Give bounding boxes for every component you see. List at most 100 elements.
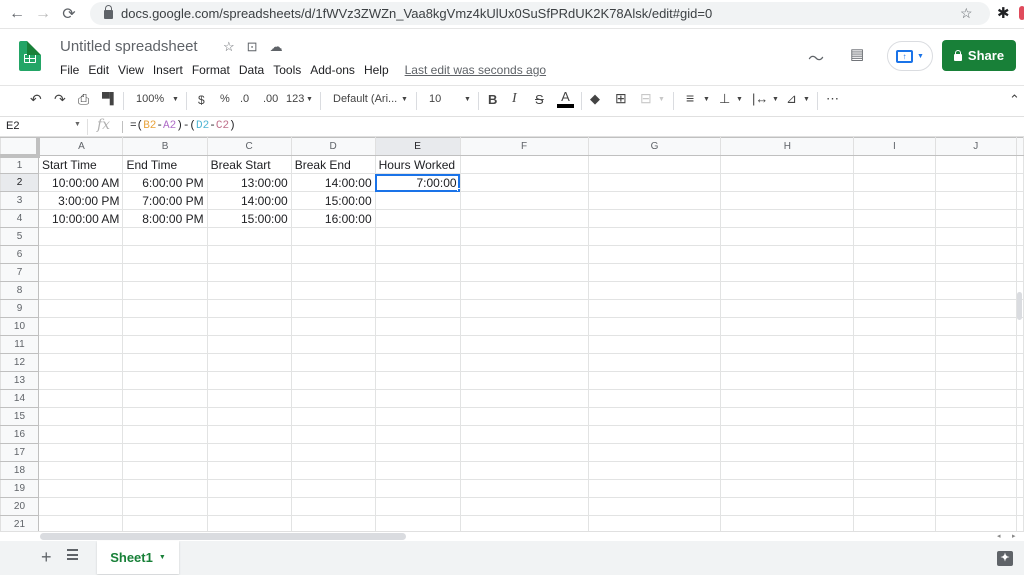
cell[interactable] [934, 227, 1018, 246]
cell[interactable] [459, 245, 589, 264]
cell[interactable] [853, 371, 936, 390]
cell[interactable] [122, 371, 208, 390]
cell[interactable] [1016, 227, 1024, 246]
scroll-right-icon[interactable]: ▸ [1012, 532, 1016, 540]
cell[interactable] [587, 281, 722, 300]
cell[interactable] [374, 227, 461, 246]
cell[interactable] [290, 425, 376, 444]
cell[interactable] [720, 245, 855, 264]
cell[interactable] [853, 461, 936, 480]
cell[interactable] [206, 407, 292, 426]
more-formats-button[interactable]: 123 [286, 93, 304, 105]
cell[interactable] [1016, 263, 1024, 282]
chevron-down-icon[interactable]: ▼ [803, 96, 810, 103]
cell[interactable] [290, 407, 376, 426]
row-header[interactable]: 16 [0, 425, 39, 444]
chevron-down-icon[interactable]: ▼ [703, 96, 710, 103]
cell[interactable] [374, 515, 461, 531]
undo-icon[interactable]: ↶ [30, 91, 42, 108]
row-header[interactable]: 3 [0, 191, 39, 210]
percent-format-button[interactable]: % [220, 93, 230, 105]
menu-edit[interactable]: Edit [88, 63, 109, 77]
cell[interactable] [853, 227, 936, 246]
chevron-down-icon[interactable]: ▼ [306, 96, 313, 103]
cell[interactable] [290, 389, 376, 408]
row-header[interactable]: 2 [0, 173, 39, 192]
cell[interactable] [934, 497, 1018, 516]
cell[interactable] [720, 209, 855, 228]
menu-view[interactable]: View [118, 63, 144, 77]
cell[interactable] [459, 353, 589, 372]
cell[interactable] [374, 443, 461, 462]
active-cell[interactable]: 7:00:00 [374, 173, 461, 192]
italic-button[interactable]: I [512, 91, 517, 107]
cell[interactable] [37, 281, 124, 300]
cell[interactable] [720, 263, 855, 282]
cell[interactable] [290, 317, 376, 336]
currency-format-button[interactable]: $ [198, 93, 205, 107]
cell[interactable] [290, 281, 376, 300]
collapse-menus-icon[interactable]: ⌃ [1009, 92, 1020, 108]
cell[interactable] [853, 479, 936, 498]
name-box[interactable]: E2 [6, 120, 19, 132]
cell[interactable] [374, 497, 461, 516]
cell[interactable] [587, 227, 722, 246]
cell[interactable] [934, 353, 1018, 372]
cell[interactable] [720, 461, 855, 480]
cell[interactable] [459, 209, 589, 228]
comments-icon[interactable]: ▤ [850, 45, 864, 63]
cell[interactable] [934, 389, 1018, 408]
cell[interactable] [934, 299, 1018, 318]
cell[interactable] [853, 407, 936, 426]
star-icon[interactable]: ☆ [223, 39, 235, 55]
cell[interactable] [459, 515, 589, 531]
cell[interactable] [1016, 407, 1024, 426]
cell[interactable] [934, 335, 1018, 354]
cell[interactable]: 15:00:00 [206, 209, 292, 228]
cell[interactable] [934, 407, 1018, 426]
cell[interactable] [206, 497, 292, 516]
cell[interactable] [720, 299, 855, 318]
chevron-down-icon[interactable]: ▼ [74, 121, 81, 128]
cell[interactable] [206, 299, 292, 318]
cell[interactable] [587, 173, 722, 192]
cell[interactable] [934, 263, 1018, 282]
cell[interactable] [459, 263, 589, 282]
cell[interactable] [1016, 353, 1024, 372]
cell[interactable] [37, 515, 124, 531]
paint-format-icon[interactable]: ▀▌ [102, 93, 118, 105]
cell[interactable] [290, 335, 376, 354]
cell[interactable] [1016, 515, 1024, 531]
row-header[interactable]: 18 [0, 461, 39, 480]
cell[interactable]: 14:00:00 [290, 173, 376, 192]
column-header-c[interactable]: C [206, 137, 292, 156]
cell[interactable] [459, 191, 589, 210]
cell[interactable] [587, 389, 722, 408]
formula-input[interactable]: =(B2-A2)-(D2-C2) [130, 120, 236, 132]
cell[interactable] [934, 425, 1018, 444]
cell[interactable] [587, 371, 722, 390]
cell[interactable] [37, 425, 124, 444]
cell[interactable] [206, 461, 292, 480]
back-icon[interactable]: ← [4, 5, 30, 23]
row-header[interactable]: 13 [0, 371, 39, 390]
cell[interactable] [374, 191, 461, 210]
cell[interactable] [290, 461, 376, 480]
column-header[interactable] [1016, 137, 1024, 156]
cell[interactable] [206, 335, 292, 354]
row-header[interactable]: 20 [0, 497, 39, 516]
cell[interactable] [720, 335, 855, 354]
cell[interactable] [934, 209, 1018, 228]
font-select[interactable]: Default (Ari... [333, 93, 397, 105]
cell[interactable] [934, 371, 1018, 390]
cell[interactable] [587, 407, 722, 426]
cell[interactable] [459, 227, 589, 246]
cell[interactable]: 3:00:00 PM [37, 191, 124, 210]
row-header[interactable]: 21 [0, 515, 39, 531]
fill-handle[interactable] [456, 188, 460, 191]
row-header[interactable]: 5 [0, 227, 39, 246]
cell[interactable] [290, 227, 376, 246]
cell[interactable] [587, 155, 722, 174]
cell[interactable] [374, 371, 461, 390]
cell[interactable] [290, 515, 376, 531]
